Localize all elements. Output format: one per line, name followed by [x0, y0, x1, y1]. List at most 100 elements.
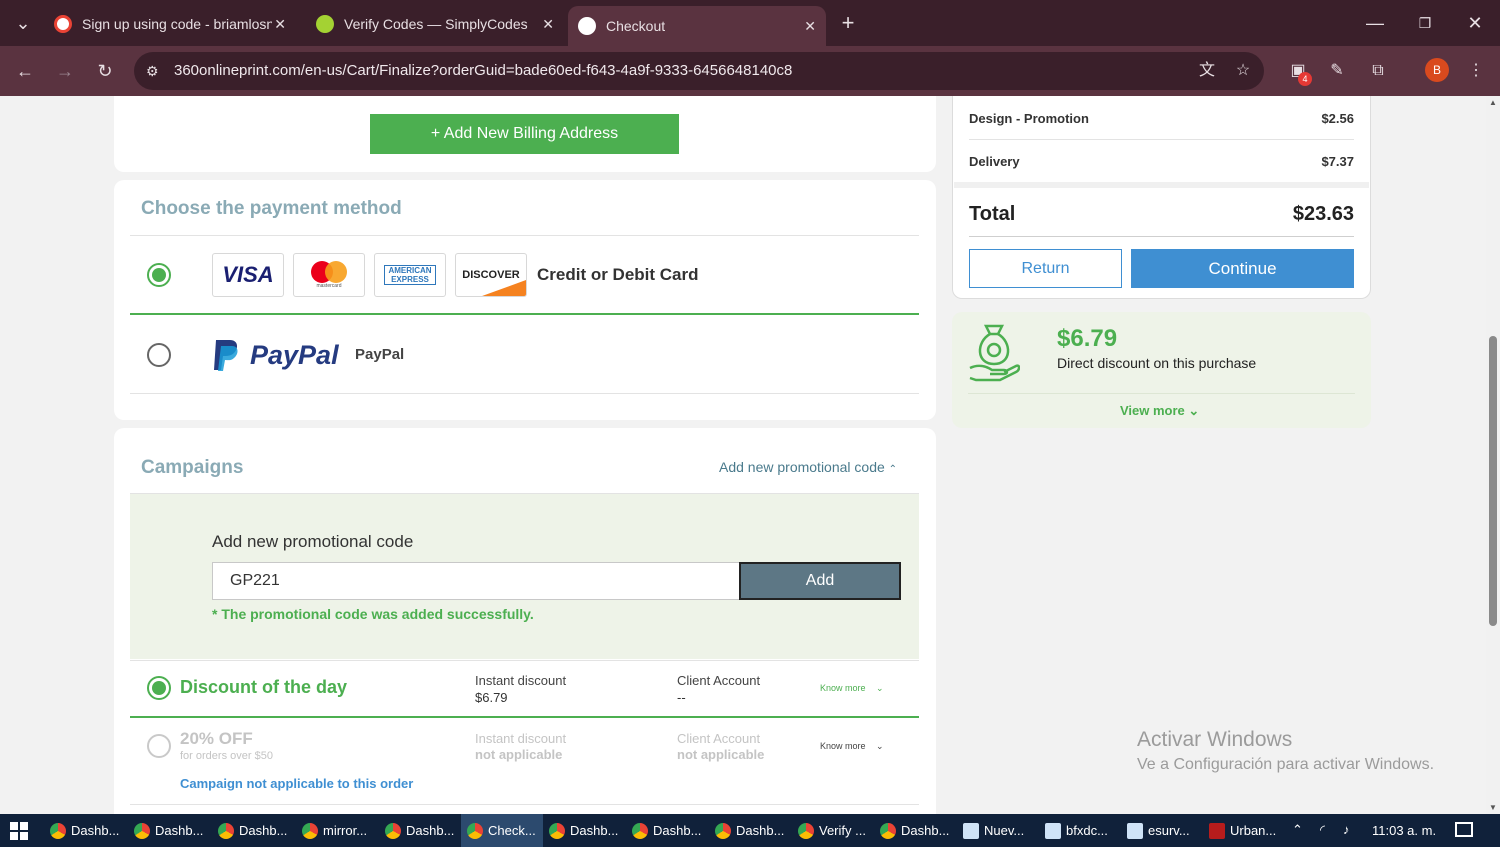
campaign-name: 20% OFF — [180, 729, 253, 748]
divider — [969, 139, 1354, 140]
summary-line-label: Delivery — [969, 154, 1020, 169]
payment-title: Choose the payment method — [141, 198, 402, 219]
close-icon[interactable]: ✕ — [804, 18, 816, 35]
client-account-label: Client Account — [677, 673, 761, 688]
site-settings-icon[interactable]: ⚙ — [146, 52, 159, 90]
urban-icon — [1209, 822, 1225, 839]
chevron-down-icon: ⌄ — [1188, 403, 1200, 418]
tab-search-icon[interactable]: ⌄ — [10, 10, 36, 36]
chrome-icon — [50, 822, 66, 839]
scroll-down-icon[interactable]: ▼ — [1489, 803, 1497, 812]
taskbar-item[interactable]: mirror... — [296, 814, 378, 847]
continue-button[interactable]: Continue — [1131, 249, 1354, 288]
address-bar[interactable]: ⚙ 360onlineprint.com/en-us/Cart/Finalize… — [134, 52, 1264, 90]
page-scrollbar[interactable]: ▲ ▼ — [1486, 96, 1500, 814]
divider — [968, 393, 1355, 394]
profile-avatar[interactable]: B — [1425, 58, 1449, 82]
total-value: $23.63 — [1292, 203, 1354, 225]
taskbar-item[interactable]: Dashb... — [543, 814, 625, 847]
summary-line-value: $7.37 — [1321, 154, 1354, 169]
visa-logo: VISA — [212, 253, 284, 297]
notepad-icon — [1127, 822, 1143, 839]
paypal-label: PayPal — [355, 346, 405, 363]
summary-line-label: Design - Promotion — [969, 111, 1089, 126]
add-promo-link[interactable]: Add new promotional code ⌃ — [719, 459, 897, 475]
know-more-link[interactable]: Know more ⌄ — [820, 683, 884, 694]
taskbar-item[interactable]: esurv... — [1121, 814, 1203, 847]
close-icon[interactable]: ✕ — [542, 16, 554, 33]
windows-watermark-subtitle: Ve a Configuración para activar Windows. — [1137, 756, 1435, 773]
wifi-icon[interactable]: ◜ — [1320, 822, 1325, 838]
minimize-icon[interactable]: — — [1362, 10, 1388, 36]
discount-of-day-radio[interactable] — [147, 676, 171, 700]
selected-divider — [130, 313, 919, 315]
tab-simplycodes[interactable]: Verify Codes — SimplyCodes ✕ — [306, 6, 564, 42]
card-radio[interactable] — [147, 263, 171, 287]
discount-text: Direct discount on this purchase — [1057, 355, 1257, 371]
taskbar-item[interactable]: Dashb... — [379, 814, 461, 847]
scroll-up-icon[interactable]: ▲ — [1489, 98, 1497, 107]
scrollbar-thumb[interactable] — [1489, 336, 1497, 626]
browser-toolbar: ← → ↻ ⚙ 360onlineprint.com/en-us/Cart/Fi… — [0, 46, 1500, 96]
checkout-page: + Add New Billing Address Choose the pay… — [0, 96, 1486, 814]
windows-start-icon[interactable] — [10, 822, 28, 840]
forward-icon[interactable]: → — [52, 58, 78, 84]
tab-checkout[interactable]: Checkout ✕ — [568, 6, 826, 46]
tray-chevron-icon[interactable]: ⌃ — [1292, 822, 1303, 838]
divider — [954, 182, 1369, 188]
add-billing-address-button[interactable]: + Add New Billing Address — [370, 114, 679, 154]
tab-title: Checkout — [606, 18, 666, 34]
chrome-icon — [632, 822, 648, 839]
new-tab-button[interactable]: + — [835, 10, 861, 36]
reload-icon[interactable]: ↻ — [92, 58, 118, 84]
windows-taskbar: Dashb... Dashb... Dashb... mirror... Das… — [0, 814, 1500, 847]
amex-logo: AMERICAN EXPRESS — [374, 253, 446, 297]
taskbar-item[interactable]: Dashb... — [212, 814, 294, 847]
taskbar-item[interactable]: Dashb... — [44, 814, 126, 847]
url-text: 360onlineprint.com/en-us/Cart/Finalize?o… — [174, 62, 793, 79]
divider — [130, 804, 919, 805]
promo-heading: Add new promotional code — [212, 532, 414, 551]
notification-icon[interactable] — [1455, 822, 1473, 837]
windows-watermark-title: Activar Windows — [1137, 728, 1293, 751]
taskbar-item[interactable]: Dashb... — [874, 814, 956, 847]
summary-line-value: $2.56 — [1321, 111, 1354, 126]
paypal-radio[interactable] — [147, 343, 171, 367]
know-more-link[interactable]: Know more ⌄ — [820, 741, 884, 752]
close-icon[interactable]: ✕ — [274, 16, 286, 33]
volume-icon[interactable]: ♪ — [1343, 822, 1350, 837]
total-label: Total — [969, 203, 1016, 225]
bookmark-star-icon[interactable]: ☆ — [1232, 60, 1254, 82]
taskbar-item[interactable]: Urban... — [1203, 814, 1285, 847]
back-icon[interactable]: ← — [12, 58, 38, 84]
mastercard-logo: mastercard — [293, 253, 365, 297]
tab-signup[interactable]: Sign up using code - briamlosn ✕ — [44, 6, 296, 42]
tab-title: Sign up using code - briamlosn — [82, 16, 272, 32]
add-promo-button[interactable]: Add — [739, 562, 901, 600]
browser-tab-bar: ⌄ Sign up using code - briamlosn ✕ Verif… — [0, 0, 1500, 46]
promo-code-input[interactable] — [212, 562, 740, 600]
taskbar-item[interactable]: Dashb... — [709, 814, 791, 847]
view-more-link[interactable]: View more ⌄ — [1120, 403, 1199, 419]
notepad-icon — [963, 822, 979, 839]
taskbar-item[interactable]: Dashb... — [128, 814, 210, 847]
taskbar-item[interactable]: bfxdc... — [1039, 814, 1121, 847]
restore-icon[interactable]: ❐ — [1412, 10, 1438, 36]
taskbar-item[interactable]: Nuev... — [957, 814, 1039, 847]
chevron-down-icon: ⌄ — [876, 741, 884, 751]
menu-dots-icon[interactable]: ⋮ — [1465, 60, 1487, 82]
chevron-up-icon: ⌃ — [888, 464, 898, 475]
puzzle-icon[interactable]: ⧉ — [1367, 60, 1389, 82]
chrome-icon — [715, 822, 731, 839]
taskbar-clock[interactable]: 11:03 a. m. — [1372, 823, 1436, 838]
taskbar-item[interactable]: Dashb... — [626, 814, 708, 847]
client-account-label: Client Account — [677, 731, 761, 746]
chrome-icon — [302, 822, 318, 839]
return-button[interactable]: Return — [969, 249, 1122, 288]
taskbar-item-active[interactable]: Check... — [461, 814, 543, 847]
translate-icon[interactable]: 文 — [1196, 60, 1218, 82]
window-close-icon[interactable]: ✕ — [1462, 10, 1488, 36]
pen-extension-icon[interactable]: ✎ — [1326, 60, 1348, 82]
taskbar-item[interactable]: Verify ... — [792, 814, 874, 847]
twenty-off-radio[interactable] — [147, 734, 171, 758]
